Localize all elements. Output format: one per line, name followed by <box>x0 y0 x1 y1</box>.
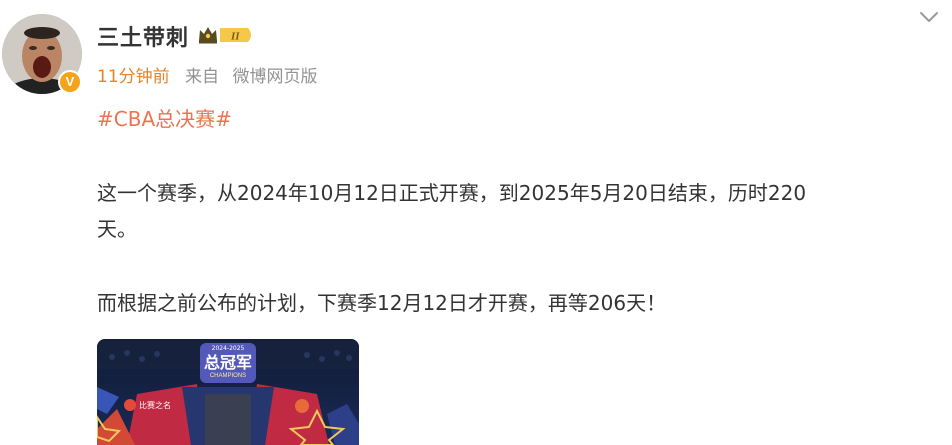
post-text-line: 这一个赛季，从2024年10月12日正式开赛，到2025年5月20日结束，历时2… <box>97 181 807 205</box>
svg-text:比赛之名: 比赛之名 <box>139 400 171 410</box>
topic-hashtag-link[interactable]: #CBA总决赛# <box>97 103 232 132</box>
verified-v-icon: V <box>58 70 82 94</box>
username[interactable]: 三土带刺 <box>97 20 189 52</box>
svg-text:总冠军: 总冠军 <box>204 353 252 372</box>
champions-logo: 2024-2025 总冠军 CHAMPIONS <box>200 343 256 383</box>
weibo-post: V 三土带刺 II 11分钟前 来自 微博网页版 #CBA总决赛# 这一个赛季，… <box>0 0 952 445</box>
post-meta: 11分钟前 来自 微博网页版 <box>97 62 317 87</box>
post-text-line: 而根据之前公布的计划，下赛季12月12日才开赛，再等206天！ <box>97 291 667 315</box>
post-text-line: 天。 <box>97 217 137 241</box>
post-source: 微博网页版 <box>232 67 318 87</box>
from-label: 来自 <box>185 67 220 87</box>
post-image[interactable]: 2024-2025 总冠军 CHAMPIONS 比赛之名 <box>97 339 359 445</box>
avatar[interactable]: V <box>2 14 82 94</box>
chevron-down-icon[interactable] <box>916 6 942 28</box>
svg-text:2024-2025: 2024-2025 <box>212 345 245 352</box>
vip-level-badge-icon[interactable]: II <box>196 23 258 47</box>
svg-text:II: II <box>230 31 240 43</box>
svg-text:CHAMPIONS: CHAMPIONS <box>210 373 246 379</box>
post-time[interactable]: 11分钟前 <box>97 67 170 87</box>
